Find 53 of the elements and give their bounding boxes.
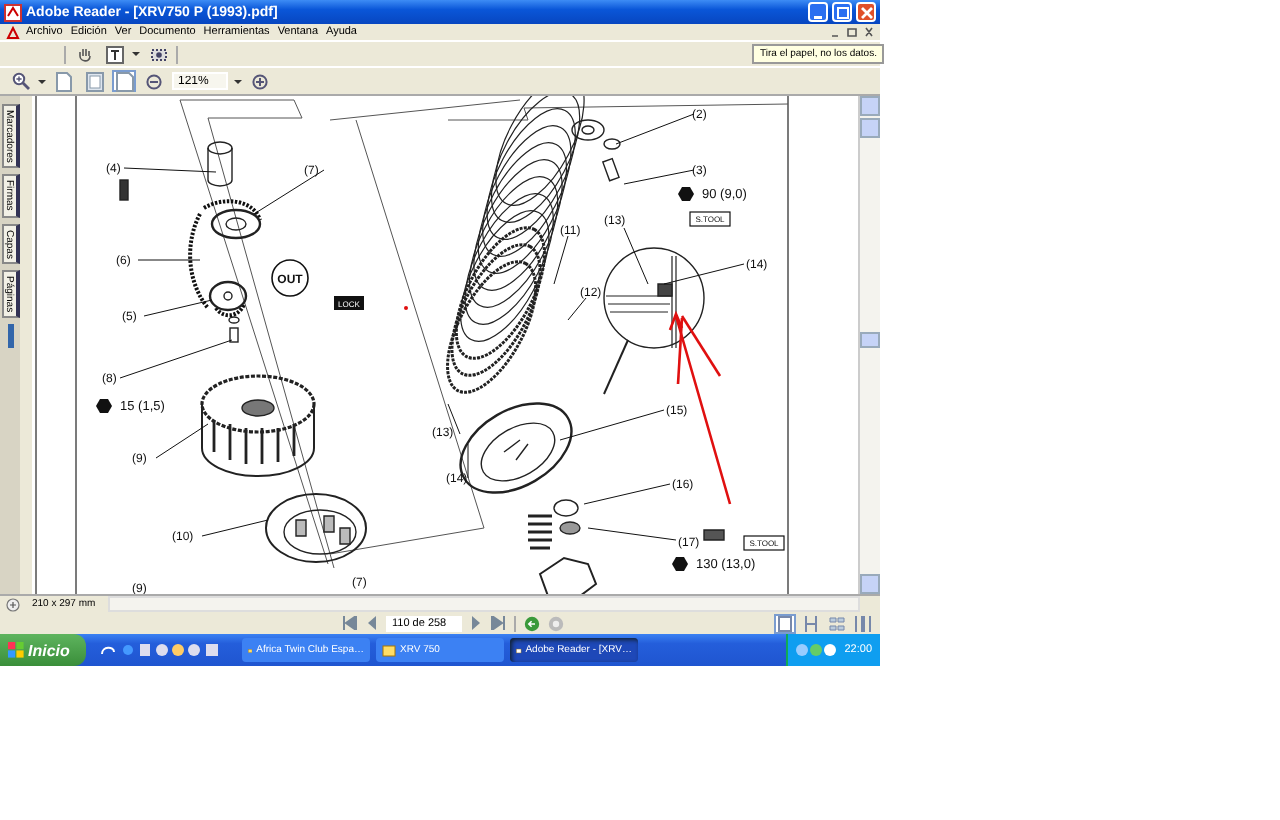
text-select-button[interactable]: [102, 43, 126, 65]
caret-icon[interactable]: [132, 50, 140, 58]
zoom-in-button[interactable]: [248, 70, 272, 92]
nut-icon: [678, 187, 694, 201]
tray-icons[interactable]: [796, 642, 837, 658]
leader-line: [559, 409, 665, 441]
close-icon: [859, 5, 873, 19]
single-page-icon[interactable]: [776, 615, 794, 631]
pdf-icon: [6, 25, 20, 39]
horizontal-scrollbar[interactable]: [107, 596, 860, 612]
leader-line: [467, 443, 469, 479]
nut-icon: [672, 557, 688, 571]
window-icon: [382, 643, 396, 657]
last-page-icon[interactable]: [490, 616, 506, 630]
vertical-scrollbar[interactable]: [858, 96, 880, 594]
dot-mark: [404, 306, 408, 310]
facing-pages-icon[interactable]: [828, 615, 846, 631]
leader-line: [123, 167, 217, 173]
leader-line: [155, 423, 209, 459]
caret-icon[interactable]: [38, 77, 46, 85]
expand-icon[interactable]: [6, 597, 20, 611]
snapshot-button[interactable]: [146, 43, 170, 65]
continuous-page-icon[interactable]: [802, 615, 820, 631]
leader-line: [137, 259, 201, 261]
document-window-controls-icon[interactable]: [830, 26, 874, 38]
maximize-icon: [835, 5, 849, 19]
leader-line: [623, 227, 649, 285]
leader-line: [583, 483, 671, 505]
zoom-out-button[interactable]: [142, 70, 166, 92]
window-icon: [516, 643, 522, 657]
leader-line: [143, 299, 213, 317]
leader-line: [201, 519, 269, 537]
leader-line: [253, 169, 325, 215]
maximize-button[interactable]: [832, 2, 852, 22]
caret-icon[interactable]: [234, 77, 242, 85]
leader-line: [553, 235, 569, 285]
leader-line: [119, 339, 233, 379]
flag-icon: [8, 642, 24, 658]
previous-page-icon[interactable]: [366, 616, 378, 630]
first-page-icon[interactable]: [342, 616, 358, 630]
leader-line: [567, 297, 587, 321]
nut-icon: [96, 399, 112, 413]
close-button[interactable]: [856, 2, 876, 22]
app-icon: [4, 3, 22, 21]
back-icon[interactable]: [524, 615, 540, 631]
continuous-facing-icon[interactable]: [854, 615, 872, 631]
leader-line: [587, 527, 677, 541]
zoom-in-tool-button[interactable]: [8, 70, 32, 92]
leader-line: [663, 263, 745, 285]
leader-line: [615, 113, 695, 145]
leader-line: [623, 169, 695, 185]
next-page-icon[interactable]: [470, 616, 482, 630]
minimize-button[interactable]: [808, 2, 828, 22]
